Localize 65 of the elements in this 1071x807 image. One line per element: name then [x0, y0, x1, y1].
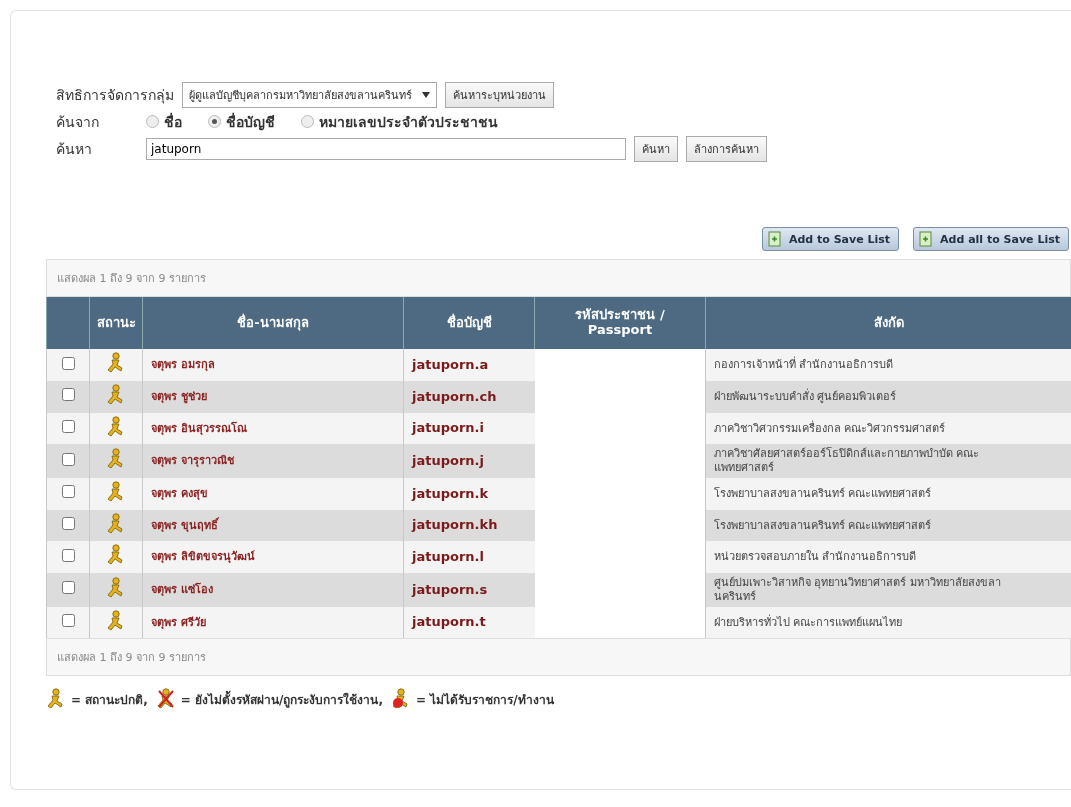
- document-add-icon: [766, 231, 783, 247]
- account-link[interactable]: jatuporn.s: [412, 581, 488, 597]
- row-checkbox[interactable]: [61, 485, 75, 499]
- column-header: ชื่อบัญชี: [403, 297, 535, 349]
- person-name: จตุพร ศรีวัย: [151, 615, 206, 629]
- affiliation-text: โรงพยาบาลสงขลานครินทร์ คณะแพทยศาสตร์: [714, 486, 932, 501]
- affiliation-text: ศูนย์บ่มเพาะวิสาหกิจ อุทยานวิทยาศาสตร์ มหาวิทยาลัยสงขลานครินทร์: [714, 576, 1002, 604]
- search-label: ค้นหา: [56, 139, 93, 159]
- person-name: จตุพร จารุราวณิช: [151, 454, 234, 468]
- person-name: จตุพร ชูช่วย: [151, 389, 207, 403]
- column-header: สังกัด: [705, 297, 1071, 349]
- column-header: สถานะ: [89, 297, 143, 349]
- row-checkbox[interactable]: [61, 614, 75, 627]
- row-checkbox[interactable]: [61, 581, 75, 595]
- account-link[interactable]: jatuporn.kh: [412, 517, 498, 533]
- affiliation-text: โรงพยาบาลสงขลานครินทร์ คณะแพทยศาสตร์: [714, 518, 932, 533]
- account-link[interactable]: jatuporn.l: [412, 549, 484, 564]
- search-by-radio[interactable]: ชื่อบัญชี: [208, 110, 275, 133]
- column-header: ชื่อ-นามสกุล: [142, 297, 404, 349]
- search-by-radio[interactable]: ชื่อ: [146, 110, 182, 133]
- legend-text: = สถานะปกติ,: [71, 691, 148, 709]
- row-checkbox[interactable]: [61, 388, 75, 402]
- account-link[interactable]: jatuporn.t: [412, 614, 486, 630]
- document-add-icon: [918, 231, 935, 247]
- row-checkbox[interactable]: [61, 420, 75, 433]
- affiliation-text: ฝ่ายบริหารทั่วไป คณะการแพทย์แผนไทย: [714, 615, 903, 630]
- legend-text: = ยังไม่ตั้งรหัสผ่าน/ถูกระงับการใช้งาน,: [180, 689, 383, 709]
- radio-button[interactable]: [301, 115, 314, 128]
- account-link[interactable]: jatuporn.j: [412, 452, 484, 468]
- account-link[interactable]: jatuporn.k: [412, 485, 489, 501]
- group-label: สิทธิการจัดการกลุ่ม: [56, 85, 174, 106]
- search-by-radio[interactable]: หมายเลขประจำตัวประชาชน: [301, 110, 498, 133]
- dropdown-caret-icon: [422, 91, 430, 98]
- unit-search-button[interactable]: ค้นหาระบุหน่วยงาน: [445, 81, 554, 108]
- save-list-button[interactable]: Add to Save List: [761, 227, 900, 251]
- affiliation-text: กองการเจ้าหน้าที่ สำนักงานอธิการบดี: [714, 358, 894, 372]
- affiliation-text: ภาควิชาวิศวกรรมเครื่องกล คณะวิศวกรรมศาสตร์: [714, 421, 946, 436]
- result-summary: แสดงผล 1 ถึง 9 จาก 9 รายการ: [46, 638, 1071, 677]
- search-by-label: ค้นจาก: [56, 112, 100, 132]
- row-checkbox[interactable]: [61, 548, 75, 562]
- affiliation-text: ภาควิชาศัลยศาสตร์ออร์โธปิดิกส์และกายภาพบำบัด คณะแพทยศาสตร์: [714, 447, 981, 475]
- search-field[interactable]: jatuporn: [146, 137, 626, 160]
- row-checkbox[interactable]: [61, 517, 75, 530]
- search-button[interactable]: ค้นหา: [634, 135, 678, 162]
- account-link[interactable]: jatuporn.i: [412, 420, 484, 436]
- radio-button[interactable]: [208, 115, 221, 128]
- person-name: จตุพร อินสุวรรณโณ: [151, 421, 247, 435]
- clear-search-button[interactable]: ล้างการค้นหา: [686, 135, 767, 162]
- column-header: รหัสประชาชน / Passport: [534, 297, 706, 349]
- radio-button[interactable]: [146, 115, 159, 128]
- account-link[interactable]: jatuporn.a: [412, 356, 489, 372]
- legend-text: = ไม่ได้รับราชการ/ทำงาน: [416, 691, 554, 709]
- person-name: จตุพร ขุนฤทธิ์: [151, 518, 218, 532]
- person-name: จตุพร คงสุข: [151, 486, 208, 500]
- row-checkbox[interactable]: [61, 356, 75, 370]
- account-link[interactable]: jatuporn.ch: [412, 388, 497, 404]
- affiliation-text: หน่วยตรวจสอบภายใน สำนักงานอธิการบดี: [714, 550, 917, 564]
- save-list-button[interactable]: Add all to Save List: [913, 227, 1069, 251]
- person-name: จตุพร แซ่โอง: [151, 582, 213, 596]
- person-name: จตุพร ลิขิตขจรนุวัฒน์: [151, 550, 255, 564]
- row-checkbox[interactable]: [61, 452, 75, 466]
- result-summary: แสดงผล 1 ถึง 9 จาก 9 รายการ: [46, 259, 1071, 297]
- person-name: จตุพร อมรกุล: [151, 358, 215, 371]
- group-select[interactable]: ผู้ดูแลบัญชีบุคลากรมหาวิทยาลัยสงขลานครินทร์: [182, 81, 437, 108]
- affiliation-text: ฝ่ายพัฒนาระบบคำสั่ง ศูนย์คอมพิวเตอร์: [714, 389, 897, 404]
